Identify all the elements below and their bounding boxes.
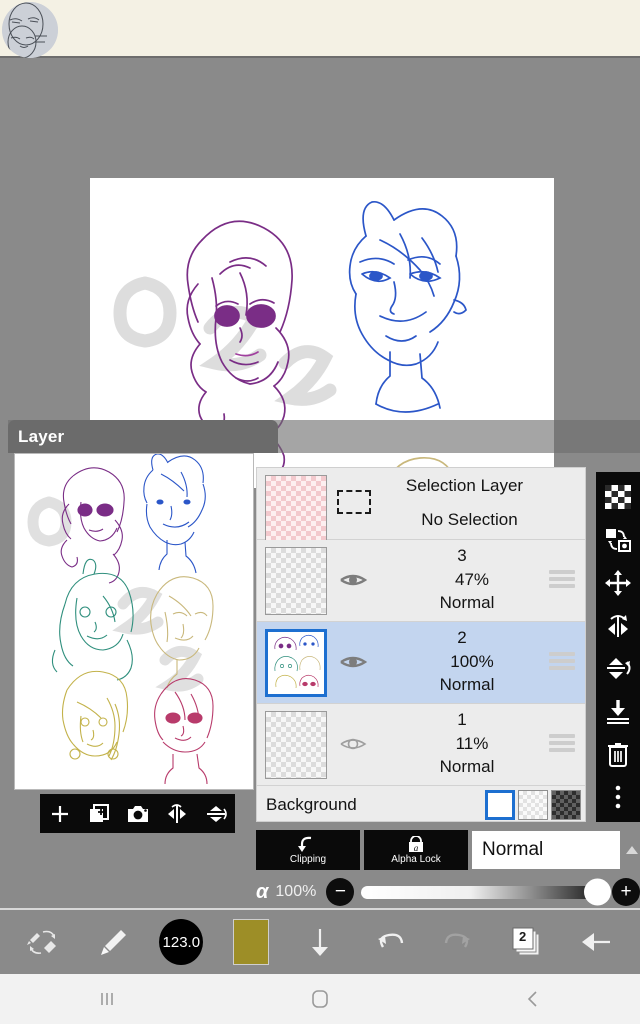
plus-icon: + bbox=[620, 881, 632, 902]
color-swatch-icon bbox=[232, 919, 269, 965]
layer-panel: Layer Selection Layer No Selection 3 47%… bbox=[8, 420, 640, 908]
layer-drag-handle[interactable] bbox=[549, 570, 575, 588]
visibility-toggle[interactable] bbox=[337, 732, 369, 756]
visibility-toggle[interactable] bbox=[337, 568, 369, 592]
layer-blend-mode: Normal bbox=[439, 675, 495, 694]
selection-layer-title: Selection Layer bbox=[405, 476, 524, 495]
layer-name: 1 bbox=[457, 710, 467, 729]
back-button[interactable] bbox=[570, 915, 624, 969]
selection-layer-thumbnail bbox=[265, 475, 327, 543]
layer-opacity: 11% bbox=[455, 734, 489, 753]
layer-row[interactable]: 2 100% Normal bbox=[257, 622, 585, 704]
layer-preview[interactable] bbox=[14, 453, 254, 790]
layer-name: 2 bbox=[457, 628, 467, 647]
visibility-toggle[interactable] bbox=[337, 650, 369, 674]
layer-list[interactable]: Selection Layer No Selection 3 47% Norma… bbox=[256, 467, 586, 822]
merge-down-icon[interactable] bbox=[601, 693, 635, 729]
opacity-slider-bar: α 100% − + bbox=[256, 875, 640, 909]
clipping-button[interactable]: Clipping bbox=[256, 830, 360, 870]
blend-mode-select[interactable]: Normal bbox=[472, 831, 640, 869]
chevron-up-icon[interactable] bbox=[622, 831, 640, 869]
opacity-value: 100% bbox=[275, 883, 317, 900]
layer-drag-handle[interactable] bbox=[549, 652, 575, 670]
redo-button[interactable] bbox=[432, 915, 486, 969]
background-swatch-white[interactable] bbox=[485, 790, 515, 820]
alpha-lock-button[interactable]: a Alpha Lock bbox=[364, 830, 468, 870]
undo-button[interactable] bbox=[362, 915, 416, 969]
background-label: Background bbox=[266, 795, 357, 814]
layer-opacity: 47% bbox=[454, 570, 490, 589]
layer-row[interactable]: 3 47% Normal bbox=[257, 540, 585, 622]
checker-icon[interactable] bbox=[601, 479, 635, 515]
layer-name: 3 bbox=[457, 546, 467, 565]
move-icon[interactable] bbox=[601, 565, 635, 601]
brush-eraser-swap-icon[interactable] bbox=[16, 915, 70, 969]
flip-vertical-icon[interactable] bbox=[601, 650, 635, 686]
opacity-slider-track[interactable] bbox=[361, 878, 611, 906]
opacity-increase-button[interactable]: + bbox=[612, 878, 640, 906]
layers-button[interactable]: 2 bbox=[501, 915, 555, 969]
android-nav-bar bbox=[0, 974, 640, 1024]
brush-size-button[interactable]: 123.0 bbox=[154, 915, 208, 969]
opacity-decrease-button[interactable]: − bbox=[326, 878, 355, 906]
duplicate-layer-button[interactable] bbox=[82, 797, 116, 831]
selection-layer-row[interactable]: Selection Layer No Selection bbox=[257, 468, 585, 543]
flip-vertical-icon[interactable] bbox=[199, 797, 233, 831]
background-row[interactable]: Background bbox=[257, 786, 585, 821]
svg-text:a: a bbox=[414, 843, 419, 853]
add-layer-button[interactable] bbox=[43, 797, 77, 831]
camera-icon[interactable] bbox=[121, 797, 155, 831]
clipping-label: Clipping bbox=[289, 853, 327, 865]
brush-size-value: 123.0 bbox=[159, 919, 204, 965]
panel-title: Layer bbox=[8, 420, 278, 453]
layer-blend-mode: Normal bbox=[439, 593, 495, 612]
layer-blend-mode: Normal bbox=[439, 757, 495, 776]
recents-icon[interactable] bbox=[72, 979, 142, 1019]
layer-thumbnail bbox=[265, 547, 327, 615]
layer-opacity: 100% bbox=[450, 652, 494, 671]
flip-horizontal-icon[interactable] bbox=[601, 608, 635, 644]
layer-tool-rail bbox=[596, 472, 640, 822]
arrow-down-icon[interactable] bbox=[293, 915, 347, 969]
layer-row[interactable]: 1 11% Normal bbox=[257, 704, 585, 786]
top-banner bbox=[0, 0, 640, 58]
layer-drag-handle[interactable] bbox=[549, 734, 575, 752]
layer-thumbnail bbox=[265, 629, 327, 697]
brush-icon[interactable] bbox=[85, 915, 139, 969]
selection-layer-state: No Selection bbox=[421, 510, 518, 529]
flip-horizontal-icon[interactable] bbox=[160, 797, 194, 831]
transform-swap-icon[interactable] bbox=[601, 522, 635, 558]
home-icon[interactable] bbox=[285, 979, 355, 1019]
alpha-symbol: α bbox=[256, 880, 269, 903]
bottom-toolbar: 123.0 2 bbox=[0, 908, 640, 974]
background-swatch-dark[interactable] bbox=[551, 790, 581, 820]
blend-mode-value: Normal bbox=[482, 839, 544, 860]
alpha-lock-label: Alpha Lock bbox=[391, 853, 441, 865]
layers-count-badge: 2 bbox=[518, 929, 527, 944]
preview-toolbar bbox=[40, 794, 235, 833]
user-avatar[interactable] bbox=[2, 2, 58, 58]
background-swatch-transparent[interactable] bbox=[518, 790, 548, 820]
layer-thumbnail bbox=[265, 711, 327, 779]
back-icon[interactable] bbox=[498, 979, 568, 1019]
more-vertical-icon[interactable] bbox=[601, 779, 635, 815]
trash-icon[interactable] bbox=[601, 736, 635, 772]
color-swatch-button[interactable] bbox=[224, 915, 278, 969]
background-swatches bbox=[485, 790, 581, 820]
opacity-slider-knob[interactable] bbox=[584, 878, 611, 906]
minus-icon: − bbox=[334, 881, 346, 902]
blend-controls: Clipping a Alpha Lock Normal bbox=[256, 830, 640, 870]
